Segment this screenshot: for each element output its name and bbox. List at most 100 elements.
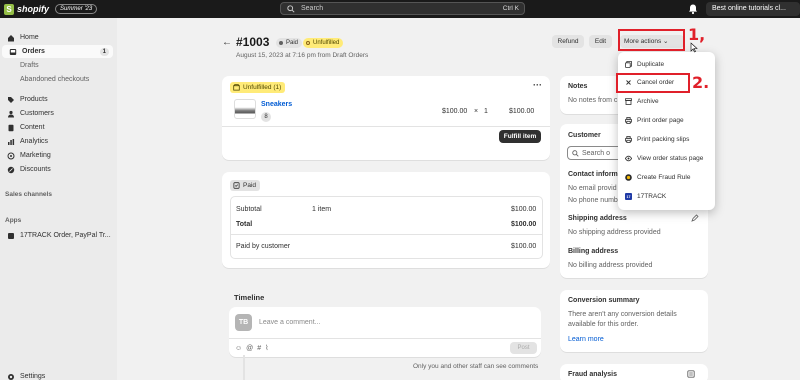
post-button[interactable]: Post xyxy=(510,342,537,354)
sidebar-item-drafts[interactable]: Drafts xyxy=(0,59,115,72)
sidebar-item-content[interactable]: Content xyxy=(0,121,115,134)
menu-item-create-fraud-rule[interactable]: Create Fraud Rule xyxy=(618,168,715,186)
comment-input[interactable]: Leave a comment... xyxy=(259,319,320,326)
menu-item-print-packing-slips[interactable]: Print packing slips xyxy=(618,130,715,148)
divider xyxy=(222,126,550,127)
product-name-link[interactable]: Sneakers xyxy=(261,101,292,108)
sidebar-item-settings[interactable]: Settings xyxy=(0,370,115,380)
unit-price: $100.00 xyxy=(442,108,468,115)
17track-app-icon: 17 xyxy=(624,192,632,200)
discount-icon xyxy=(5,166,17,174)
package-icon xyxy=(233,84,240,91)
paid-tag-label: Paid xyxy=(243,182,257,189)
annotation-highlight-more-actions xyxy=(618,29,685,51)
bell-icon[interactable] xyxy=(687,3,699,15)
sidebar-item-discounts[interactable]: Discounts xyxy=(0,163,115,176)
page-title: #1003 xyxy=(236,35,270,49)
duplicate-icon xyxy=(624,60,632,68)
product-variant-chip: 8 xyxy=(261,112,271,122)
more-horizontal-icon[interactable]: ··· xyxy=(533,80,542,90)
sidebar-item-label: Discounts xyxy=(20,166,51,173)
menu-item-label: Duplicate xyxy=(637,60,665,68)
menu-item-17track[interactable]: 17 17TRACK xyxy=(618,187,715,205)
sidebar-item-label: Drafts xyxy=(20,62,39,69)
search-icon xyxy=(572,150,579,157)
paid-tag: Paid xyxy=(230,180,261,191)
unfulfilled-tag: Unfulfilled (1) xyxy=(230,82,286,93)
customer-title: Customer xyxy=(568,132,601,139)
menu-item-label: Print packing slips xyxy=(637,135,690,143)
sales-channels-title[interactable]: Sales channels xyxy=(5,191,52,198)
report-icon[interactable] xyxy=(687,370,695,378)
sidebar: Home Orders 1 Drafts Abandoned checkouts… xyxy=(0,18,117,380)
customer-search-placeholder: Search o xyxy=(582,150,611,157)
learn-more-link[interactable]: Learn more xyxy=(568,336,604,343)
sidebar-item-label: Analytics xyxy=(20,138,49,145)
billing-address-title: Billing address xyxy=(568,248,619,255)
bar-chart-icon xyxy=(5,138,17,146)
sidebar-item-label: Products xyxy=(20,96,48,103)
global-search[interactable]: Search Ctrl K xyxy=(280,2,525,15)
menu-item-print-order-page[interactable]: Print order page xyxy=(618,111,715,129)
sidebar-item-home[interactable]: Home xyxy=(0,31,115,44)
mention-icon[interactable]: @ xyxy=(246,345,257,352)
paid-status-badge: Paid xyxy=(276,38,303,48)
status-dot-icon xyxy=(279,41,283,45)
printer-icon xyxy=(624,116,632,124)
fulfill-item-button[interactable]: Fulfill item xyxy=(499,130,541,143)
shopify-logo[interactable]: S shopify xyxy=(4,3,49,15)
emoji-icon[interactable]: ☺ xyxy=(235,345,246,352)
divider xyxy=(231,234,542,235)
subtotal-value: $100.00 xyxy=(511,206,537,213)
comment-toolbar[interactable]: ☺@#⌇ xyxy=(235,344,273,352)
order-subtitle: August 15, 2023 at 7:16 pm from Draft Or… xyxy=(236,52,369,59)
edit-pencil-icon[interactable] xyxy=(691,214,699,222)
sidebar-item-orders[interactable]: Orders 1 xyxy=(2,45,113,58)
sidebar-item-analytics[interactable]: Analytics xyxy=(0,135,115,148)
shopify-bag-icon: S xyxy=(4,3,14,15)
sidebar-item-label: Customers xyxy=(20,110,54,117)
sidebar-item-customers[interactable]: Customers xyxy=(0,107,115,120)
sidebar-item-marketing[interactable]: Marketing xyxy=(0,149,115,162)
store-switcher[interactable]: Best online tutorials cl... xyxy=(706,2,800,16)
back-arrow-icon[interactable]: ← xyxy=(222,37,232,48)
sidebar-item-label: Settings xyxy=(20,373,46,380)
total-label: Total xyxy=(236,221,253,228)
archive-icon xyxy=(624,97,632,105)
payment-card: Paid Subtotal 1 item $100.00 Total $100.… xyxy=(222,172,550,268)
orders-count-badge: 1 xyxy=(99,47,109,56)
edit-button[interactable]: Edit xyxy=(589,35,612,48)
menu-item-duplicate[interactable]: Duplicate xyxy=(618,55,715,73)
mouse-cursor-icon xyxy=(690,42,698,53)
fraud-analysis-card: Fraud analysis xyxy=(560,364,708,380)
sidebar-item-products[interactable]: Products xyxy=(0,93,115,106)
menu-item-view-order-status-page[interactable]: View order status page xyxy=(618,149,715,167)
menu-item-archive[interactable]: Archive xyxy=(618,92,715,110)
hashtag-icon[interactable]: # xyxy=(257,345,265,352)
billing-address-text: No billing address provided xyxy=(568,262,653,269)
fulfillment-card: Unfulfilled (1) ··· Sneakers 8 $100.00 ×… xyxy=(222,76,550,160)
svg-text:17: 17 xyxy=(626,195,630,199)
tag-icon xyxy=(5,96,17,104)
attachment-icon[interactable]: ⌇ xyxy=(265,345,272,352)
quantity: 1 xyxy=(484,108,488,115)
sidebar-item-17track-app[interactable]: 17TRACK Order, PayPal Tr... xyxy=(0,229,115,242)
sidebar-item-abandoned-checkouts[interactable]: Abandoned checkouts xyxy=(0,73,115,86)
sidebar-item-label: Home xyxy=(20,34,39,41)
conversion-summary-title: Conversion summary xyxy=(568,297,640,304)
apps-title[interactable]: Apps xyxy=(5,217,21,224)
sidebar-item-label: Content xyxy=(20,124,45,131)
paid-by-customer-value: $100.00 xyxy=(511,243,537,250)
contact-information-title: Contact informa xyxy=(568,171,622,178)
receipt-icon xyxy=(233,182,240,189)
document-icon xyxy=(5,124,17,132)
contact-email: No email provid xyxy=(568,185,617,192)
timeline-title: Timeline xyxy=(234,293,265,302)
menu-item-label: Print order page xyxy=(637,116,684,124)
shipping-address-title: Shipping address xyxy=(568,215,627,222)
top-bar: S shopify Summer '23 Search Ctrl K Best … xyxy=(0,0,800,18)
sidebar-item-label: 17TRACK Order, PayPal Tr... xyxy=(20,232,111,239)
refund-button[interactable]: Refund xyxy=(552,35,584,48)
sidebar-item-label: Marketing xyxy=(20,152,51,159)
comment-box: Leave a comment... ☺@#⌇ Post xyxy=(229,307,541,357)
